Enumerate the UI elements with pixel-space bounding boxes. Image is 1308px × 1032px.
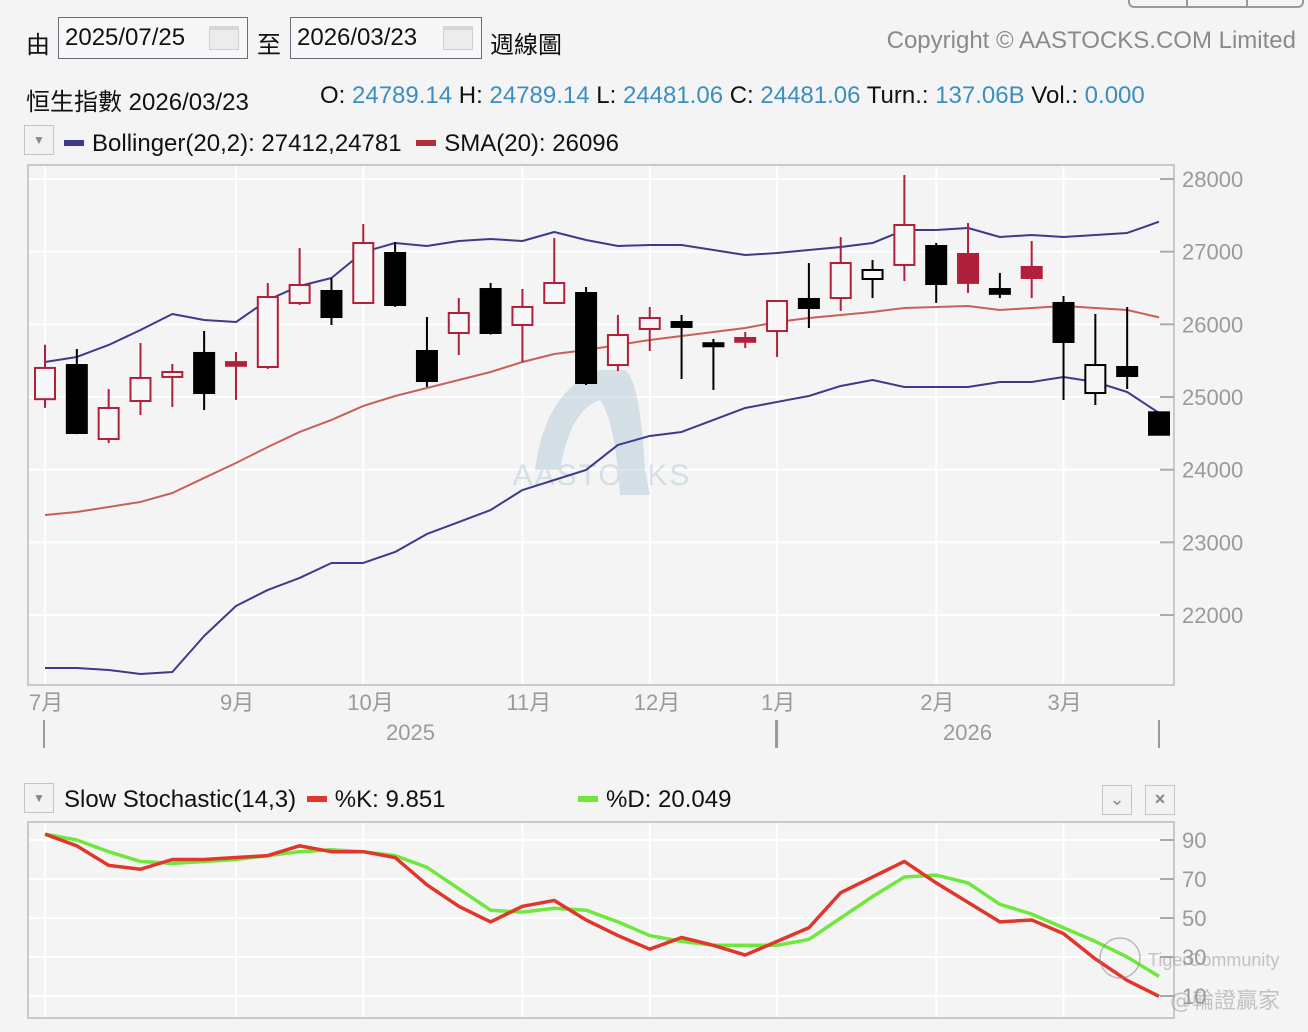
- candle-body: [511, 305, 534, 326]
- candle-body: [925, 245, 948, 286]
- y-tick-label: 26000: [1182, 312, 1243, 337]
- y-tick-label: 28000: [1182, 167, 1243, 192]
- y-tick-label: 50: [1182, 906, 1206, 931]
- y-tick-label: 25000: [1182, 385, 1243, 410]
- candle-body: [1020, 266, 1043, 279]
- candle-body: [861, 268, 884, 280]
- tiger-text: TigerCommunity: [1148, 950, 1279, 970]
- candle-body: [256, 296, 279, 368]
- candle-body: [1116, 365, 1139, 378]
- x-tick-label: 2月: [920, 690, 954, 715]
- candle-body: [797, 297, 820, 309]
- candle-body: [288, 284, 311, 304]
- candle-body: [65, 364, 88, 434]
- x-tick-label: 3月: [1048, 690, 1082, 715]
- candle: [1148, 411, 1170, 436]
- candle-body: [415, 350, 438, 383]
- candle-body: [1084, 364, 1107, 395]
- candle-body: [1148, 411, 1170, 436]
- y-tick-label: 90: [1182, 828, 1206, 853]
- candle-body: [224, 361, 247, 367]
- stoch-plot-area: [27, 821, 1175, 1019]
- y-tick-label: 70: [1182, 867, 1206, 892]
- x-tick-label: 12月: [634, 690, 680, 715]
- candle-body: [320, 289, 343, 319]
- candle-body: [988, 288, 1011, 295]
- x-tick-label: 11月: [506, 690, 551, 715]
- candle-body: [1052, 301, 1075, 343]
- candle: [479, 282, 502, 335]
- y-tick-label: 27000: [1182, 240, 1243, 265]
- candle-body: [34, 366, 56, 401]
- candle-body: [384, 251, 407, 307]
- watermark-text: AASTOCKS: [513, 459, 692, 492]
- candle-body: [575, 292, 598, 384]
- candle-body: [638, 317, 661, 330]
- candle-body: [670, 321, 693, 328]
- x-tick-label: 9月: [220, 690, 254, 715]
- year-label: 2026: [943, 720, 992, 745]
- candle-body: [606, 334, 629, 367]
- chart-canvas: AASTOCKS 22000 23000 24000 25000 26000 27000 2…: [27, 164, 1280, 1019]
- y-tick-label: 22000: [1182, 603, 1243, 628]
- candle-body: [97, 406, 120, 441]
- candle-body: [129, 376, 152, 403]
- y-tick-label: 24000: [1182, 458, 1243, 483]
- candle-body: [193, 351, 216, 395]
- author-text: @輪證贏家: [1170, 989, 1280, 1014]
- candle-body: [734, 337, 757, 343]
- candle-body: [829, 262, 852, 300]
- candle-body: [957, 252, 980, 284]
- candle: [575, 286, 598, 386]
- x-tick-label: 10月: [347, 690, 393, 715]
- candle-body: [161, 371, 184, 378]
- candle-body: [479, 288, 502, 334]
- candle-body: [702, 342, 725, 348]
- candle-body: [352, 242, 375, 304]
- year-label: 2025: [386, 720, 435, 745]
- candle-body: [766, 300, 789, 333]
- y-tick-label: 23000: [1182, 530, 1243, 555]
- candle-body: [447, 312, 470, 334]
- x-tick-label: 7月: [29, 690, 63, 715]
- candle-body: [893, 224, 916, 266]
- x-tick-label: 1月: [761, 690, 795, 715]
- candle-body: [543, 281, 566, 304]
